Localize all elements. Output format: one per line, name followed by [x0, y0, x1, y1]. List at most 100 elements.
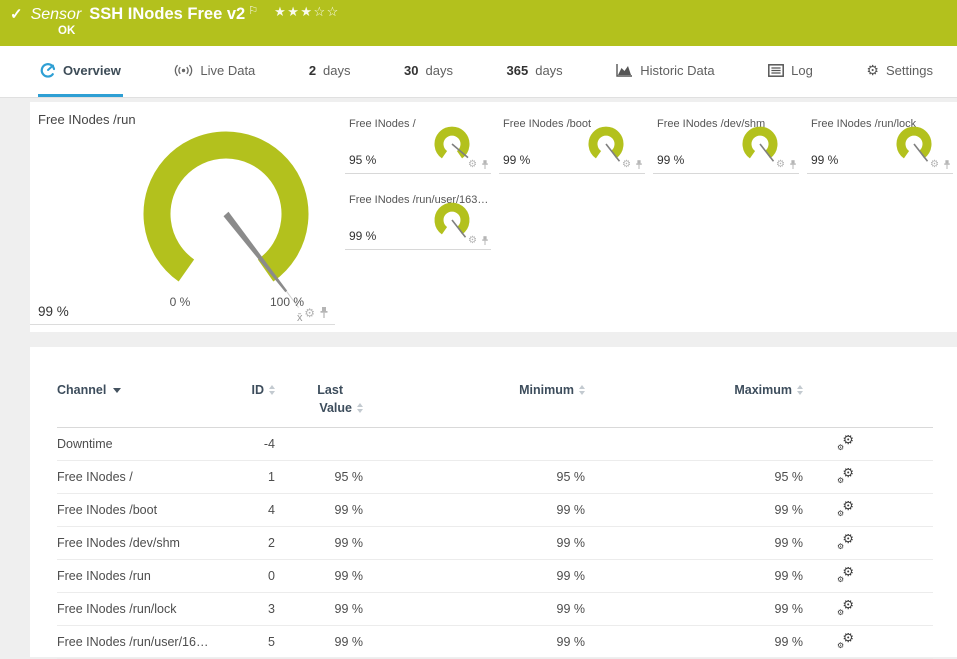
- area-chart-icon: [616, 63, 633, 77]
- channel-settings-icon[interactable]: ⚙ ⚙: [836, 633, 854, 650]
- channel-settings-icon[interactable]: ⚙ ⚙: [836, 534, 854, 551]
- tab-log[interactable]: Log: [766, 46, 815, 97]
- column-header-channel[interactable]: Channel: [57, 381, 230, 399]
- channel-gauge-value: 99 %: [349, 229, 377, 243]
- column-header-id[interactable]: ID: [230, 381, 275, 399]
- pin-icon[interactable]: [481, 236, 489, 246]
- last-value: 99 %: [334, 503, 364, 518]
- sort-icon: [269, 384, 275, 395]
- table-row: Free INodes /run/user/16… 5 99 % 99 % 99…: [57, 626, 933, 659]
- sensor-title: SSH INodes Free v2: [89, 5, 246, 23]
- channel-settings-icon[interactable]: ⚙ ⚙: [836, 501, 854, 518]
- column-header-label: Maximum: [734, 383, 792, 397]
- tab-day-count: 2: [308, 62, 317, 78]
- priority-stars[interactable]: ★★★☆☆: [274, 4, 340, 20]
- tab-label: Settings: [885, 62, 933, 78]
- last-value: 95 %: [334, 470, 364, 485]
- channel-settings-icon[interactable]: ⚙ ⚙: [836, 435, 854, 452]
- gauge-min-label: 0 %: [169, 295, 191, 309]
- tab-settings[interactable]: ⚙ Settings: [864, 46, 935, 97]
- table-row: Free INodes /run/lock 3 99 % 99 % 99 % ⚙…: [57, 593, 933, 627]
- page-content: Free INodes /run x̄ 0 % 100 % 99 % ⚙ Fre…: [0, 98, 957, 659]
- column-header-maximum[interactable]: Maximum: [585, 381, 803, 399]
- tab-day-count: 365: [506, 62, 529, 78]
- minimum-value: 99 %: [556, 602, 586, 617]
- tab-label: Overview: [63, 62, 121, 78]
- table-row: Free INodes /boot 4 99 % 99 % 99 % ⚙ ⚙: [57, 494, 933, 528]
- channel-gauge-value: 99 %: [503, 153, 531, 167]
- channel-gauge-cell[interactable]: Free INodes /dev/shm 99 % ⚙: [653, 112, 799, 174]
- table-row: Downtime -4 ⚙ ⚙: [57, 428, 933, 462]
- gauge-chart: x̄: [143, 131, 309, 324]
- tab-30-days[interactable]: 30 days: [402, 46, 455, 97]
- channel-settings-icon[interactable]: ⚙ ⚙: [836, 468, 854, 485]
- channel-gauge-value: 99 %: [811, 153, 839, 167]
- gear-icon[interactable]: ⚙: [776, 160, 785, 170]
- channel-settings-icon[interactable]: ⚙ ⚙: [836, 600, 854, 617]
- gear-icon[interactable]: ⚙: [468, 236, 477, 246]
- gear-icon[interactable]: ⚙: [468, 160, 477, 170]
- broadcast-icon: [174, 64, 193, 77]
- column-header-minimum[interactable]: Minimum: [363, 381, 585, 399]
- maximum-value: 99 %: [774, 602, 804, 617]
- channel-name: Downtime: [57, 437, 113, 452]
- table-row: Free INodes /dev/shm 2 99 % 99 % 99 % ⚙ ⚙: [57, 527, 933, 561]
- average-marker: x̄: [297, 312, 303, 324]
- pin-icon[interactable]: [319, 307, 329, 319]
- channel-table-panel: Channel ID Last Value Minimum Maximum Do…: [30, 347, 957, 659]
- channel-gauge-value: 99 %: [657, 153, 685, 167]
- minimum-value: 99 %: [556, 635, 586, 650]
- last-value: 99 %: [334, 569, 364, 584]
- channel-settings-icon[interactable]: ⚙ ⚙: [836, 567, 854, 584]
- last-value: 99 %: [334, 635, 364, 650]
- column-header-label: Channel: [57, 383, 107, 397]
- channel-name: Free INodes /: [57, 470, 133, 485]
- pin-icon[interactable]: [481, 160, 489, 170]
- gear-icon: ⚙: [866, 62, 879, 78]
- sort-icon: [357, 402, 363, 413]
- channel-id: 0: [268, 569, 275, 584]
- tab-live-data[interactable]: Live Data: [172, 46, 257, 97]
- object-kind-label: Sensor: [30, 6, 82, 23]
- channel-name: Free INodes /run/lock: [57, 602, 177, 617]
- column-header-label: ID: [251, 383, 265, 397]
- pin-icon[interactable]: [789, 160, 797, 170]
- channel-name: Free INodes /run: [57, 569, 151, 584]
- channel-gauge-cell[interactable]: Free INodes /run/lock 99 % ⚙: [807, 112, 953, 174]
- channel-id: 3: [268, 602, 275, 617]
- gauge-icon: [40, 62, 56, 78]
- minimum-value: 99 %: [556, 503, 586, 518]
- channel-id: 2: [268, 536, 275, 551]
- sensor-status-text: OK: [58, 25, 76, 37]
- maximum-value: 99 %: [774, 569, 804, 584]
- tab-overview[interactable]: Overview: [38, 46, 123, 97]
- tab-day-count: 30: [404, 62, 419, 78]
- table-header-row: Channel ID Last Value Minimum Maximum: [57, 381, 933, 429]
- maximum-value: 99 %: [774, 536, 804, 551]
- channel-gauge-value: 99 %: [38, 304, 69, 319]
- table-row: Free INodes / 1 95 % 95 % 95 % ⚙ ⚙: [57, 461, 933, 495]
- tab-2-days[interactable]: 2 days: [307, 46, 353, 97]
- minimum-value: 99 %: [556, 536, 586, 551]
- tab-historic-data[interactable]: Historic Data: [614, 46, 716, 97]
- pin-icon[interactable]: [943, 160, 951, 170]
- channel-gauge-cell[interactable]: Free INodes /run/user/16342… 99 % ⚙: [345, 188, 491, 250]
- minimum-value: 95 %: [556, 470, 586, 485]
- minimum-value: 99 %: [556, 569, 586, 584]
- pin-icon[interactable]: [635, 160, 643, 170]
- log-list-icon: [768, 63, 785, 77]
- maximum-value: 99 %: [774, 503, 804, 518]
- channel-name: Free INodes /run/user/16…: [57, 635, 209, 650]
- gear-icon[interactable]: ⚙: [304, 307, 315, 319]
- table-row: Free INodes /run 0 99 % 99 % 99 % ⚙ ⚙: [57, 560, 933, 594]
- channel-gauge-cell[interactable]: Free INodes /boot 99 % ⚙: [499, 112, 645, 174]
- column-header-last-value[interactable]: Last Value: [275, 381, 363, 417]
- tab-label: Historic Data: [640, 62, 715, 78]
- channel-gauge-cell[interactable]: Free INodes / 95 % ⚙: [345, 112, 491, 174]
- channel-gauge-value: 95 %: [349, 153, 377, 167]
- gear-icon[interactable]: ⚙: [622, 160, 631, 170]
- primary-channel-gauge-cell[interactable]: Free INodes /run x̄ 0 % 100 % 99 % ⚙: [30, 102, 335, 325]
- channel-id: 1: [268, 470, 275, 485]
- tab-365-days[interactable]: 365 days: [505, 46, 565, 97]
- gear-icon[interactable]: ⚙: [930, 160, 939, 170]
